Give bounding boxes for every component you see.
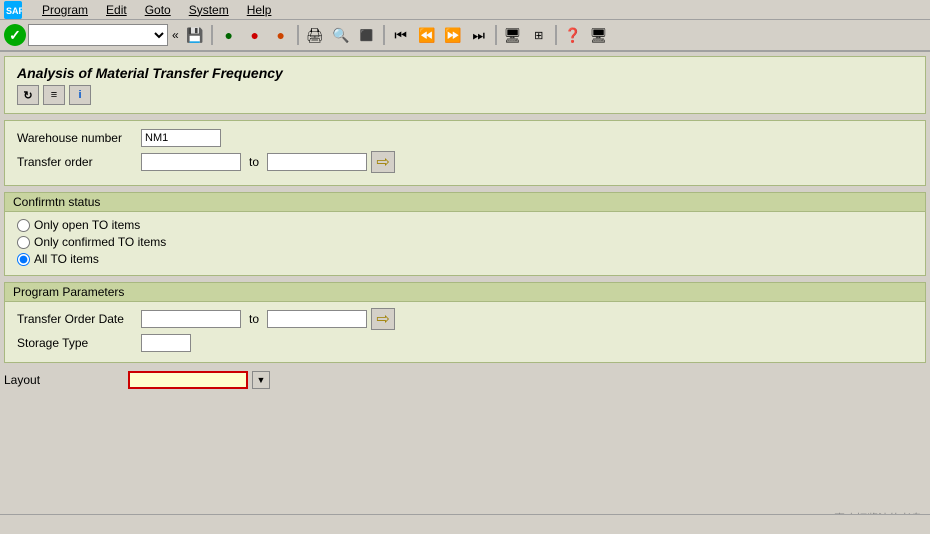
print-icon: 🖨 [306, 27, 324, 44]
title-panel: Analysis of Material Transfer Frequency … [4, 56, 926, 114]
sep5 [555, 25, 557, 45]
radio-confirmed-label: Only confirmed TO items [34, 235, 166, 249]
title-toolbar: ↻ ≡ i [17, 85, 913, 105]
layout-select-btn[interactable]: ▼ [252, 371, 270, 389]
nav-prev-icon: ⏪ [418, 27, 435, 44]
sep2 [297, 25, 299, 45]
find-next-button[interactable]: ⬛ [355, 23, 379, 47]
program-parameters-content: Transfer Order Date to ⇨ Storage Type [5, 302, 925, 362]
shortcut-btn2[interactable]: ● [243, 23, 267, 47]
transfer-order-row: Transfer order to ⇨ [17, 151, 913, 173]
transfer-order-select-btn[interactable]: ⇨ [371, 151, 395, 173]
help-button[interactable]: ❓ [561, 23, 585, 47]
menu-edit[interactable]: Edit [102, 2, 131, 18]
orange-circle-icon: ● [276, 27, 284, 43]
refresh-btn[interactable]: ↻ [17, 85, 39, 105]
command-field[interactable] [28, 24, 168, 46]
radio-open[interactable] [17, 219, 30, 232]
radio-row-confirmed: Only confirmed TO items [17, 235, 913, 249]
nav-prev-button[interactable]: ⏪ [415, 23, 439, 47]
sep3 [383, 25, 385, 45]
save-button[interactable]: 💾 [183, 23, 207, 47]
new-session-icon: ⊞ [534, 29, 543, 42]
green-circle-icon: ● [224, 27, 232, 43]
nav-last-icon: ⏭ [472, 27, 485, 44]
back-nav[interactable]: « [172, 28, 179, 42]
info-icon: i [78, 89, 81, 101]
form-panel: Warehouse number Transfer order to ⇨ [4, 120, 926, 186]
radio-confirmed[interactable] [17, 236, 30, 249]
confirmtn-status-section: Confirmtn status Only open TO items Only… [4, 192, 926, 276]
layout-input[interactable] [128, 371, 248, 389]
radio-all-label: All TO items [34, 252, 99, 266]
save-icon: 💾 [186, 27, 203, 44]
transfer-date-select-btn[interactable]: ⇨ [371, 308, 395, 330]
refresh-icon: ↻ [23, 89, 32, 102]
layout-icon: ≡ [51, 89, 57, 101]
nav-first-button[interactable]: ⏮ [389, 23, 413, 47]
to-label: to [249, 155, 259, 169]
warehouse-input[interactable] [141, 129, 221, 147]
red-circle-icon: ● [250, 27, 258, 43]
confirmtn-section-content: Only open TO items Only confirmed TO ite… [5, 212, 925, 275]
sep1 [211, 25, 213, 45]
transfer-order-from-input[interactable] [141, 153, 241, 171]
find-button[interactable]: 🔍 [329, 23, 353, 47]
nav-next-button[interactable]: ⏩ [441, 23, 465, 47]
new-session-button[interactable]: ⊞ [527, 23, 551, 47]
radio-row-all: All TO items [17, 252, 913, 266]
transfer-date-label: Transfer Order Date [17, 312, 137, 326]
menu-goto[interactable]: Goto [141, 2, 175, 18]
monitor-icon: 🖥 [504, 27, 522, 44]
storage-type-label: Storage Type [17, 336, 137, 350]
menu-system[interactable]: System [185, 2, 233, 18]
menu-help[interactable]: Help [243, 2, 276, 18]
transfer-order-label: Transfer order [17, 155, 137, 169]
toolbar: ✓ « 💾 ● ● ● 🖨 🔍 ⬛ ⏮ ⏪ [0, 20, 930, 52]
select-icon2: ⇨ [376, 309, 389, 329]
sep4 [495, 25, 497, 45]
menu-bar: SAP Program Edit Goto System Help [0, 0, 930, 20]
warehouse-label: Warehouse number [17, 131, 137, 145]
execute-button[interactable]: ✓ [4, 24, 26, 46]
shortcut-btn1[interactable]: ● [217, 23, 241, 47]
warehouse-row: Warehouse number [17, 129, 913, 147]
page-title: Analysis of Material Transfer Frequency [17, 65, 913, 81]
sap-icon: SAP [4, 1, 22, 19]
transfer-date-from-input[interactable] [141, 310, 241, 328]
settings-icon: 🖥 [590, 27, 608, 44]
program-parameters-section: Program Parameters Transfer Order Date t… [4, 282, 926, 363]
status-bar [0, 514, 930, 534]
storage-type-input[interactable] [141, 334, 191, 352]
print-button[interactable]: 🖨 [303, 23, 327, 47]
nav-next-icon: ⏩ [444, 27, 461, 44]
radio-row-open: Only open TO items [17, 218, 913, 232]
layout-label: Layout [4, 373, 124, 387]
layout-select-icon: ▼ [257, 375, 266, 385]
menu-program[interactable]: Program [38, 2, 92, 18]
transfer-date-to-input[interactable] [267, 310, 367, 328]
select-icon: ⇨ [376, 152, 389, 172]
settings-button[interactable]: 🖥 [587, 23, 611, 47]
confirmtn-section-title: Confirmtn status [5, 193, 925, 212]
program-parameters-title: Program Parameters [5, 283, 925, 302]
find-next-icon: ⬛ [360, 29, 374, 42]
transfer-date-row: Transfer Order Date to ⇨ [17, 308, 913, 330]
info-btn[interactable]: i [69, 85, 91, 105]
storage-type-row: Storage Type [17, 334, 913, 352]
find-icon: 🔍 [332, 27, 349, 44]
help-icon: ❓ [564, 27, 581, 44]
nav-last-button[interactable]: ⏭ [467, 23, 491, 47]
layout-btn[interactable]: ≡ [43, 85, 65, 105]
transfer-order-to-input[interactable] [267, 153, 367, 171]
to-label2: to [249, 312, 259, 326]
main-content: Analysis of Material Transfer Frequency … [0, 52, 930, 393]
shortcut-btn3[interactable]: ● [269, 23, 293, 47]
nav-first-icon: ⏮ [394, 27, 407, 44]
monitor-button[interactable]: 🖥 [501, 23, 525, 47]
radio-all[interactable] [17, 253, 30, 266]
layout-row: Layout ▼ [4, 371, 926, 389]
svg-text:SAP: SAP [6, 6, 22, 16]
radio-open-label: Only open TO items [34, 218, 140, 232]
